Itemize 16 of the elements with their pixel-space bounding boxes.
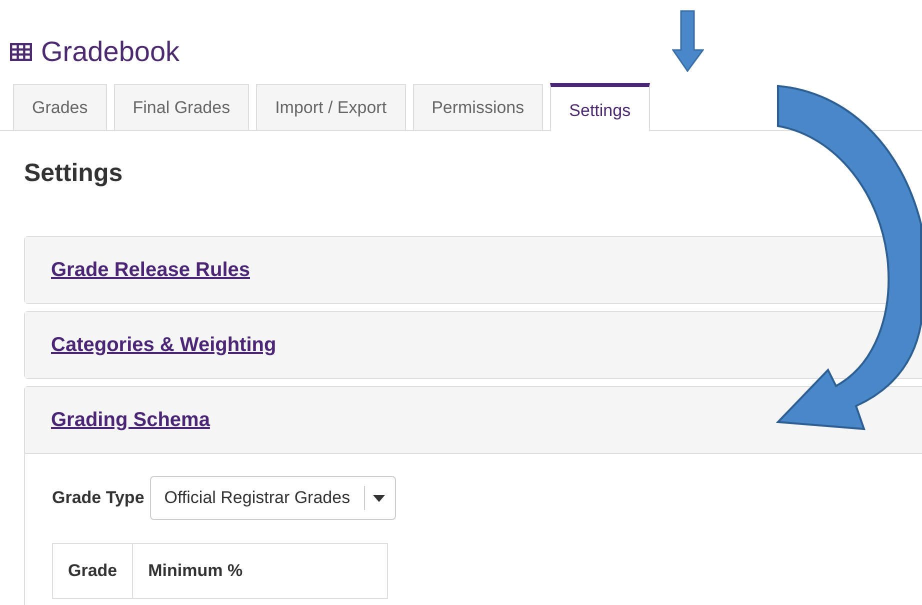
section-heading: Settings <box>24 159 123 188</box>
tab[interactable]: Final Grades <box>114 84 250 130</box>
column-header: Grade <box>52 544 133 598</box>
section-link[interactable]: Grading Schema <box>51 408 210 432</box>
field-label: Grade Type <box>52 488 144 508</box>
grade-type-dropdown[interactable]: Official Registrar Grades <box>150 476 396 520</box>
tab[interactable]: Grades <box>13 84 107 130</box>
tab[interactable]: Permissions <box>412 84 544 130</box>
section-link[interactable]: Grade Release Rules <box>51 258 250 282</box>
tab[interactable]: Settings <box>550 83 650 131</box>
table-icon <box>10 43 32 61</box>
column-header: Minimum % <box>132 544 388 598</box>
tab[interactable]: Import / Export <box>256 84 406 130</box>
page-title: Gradebook <box>41 36 180 68</box>
down-arrow <box>672 10 704 72</box>
section-link[interactable]: Categories & Weighting <box>51 334 276 356</box>
